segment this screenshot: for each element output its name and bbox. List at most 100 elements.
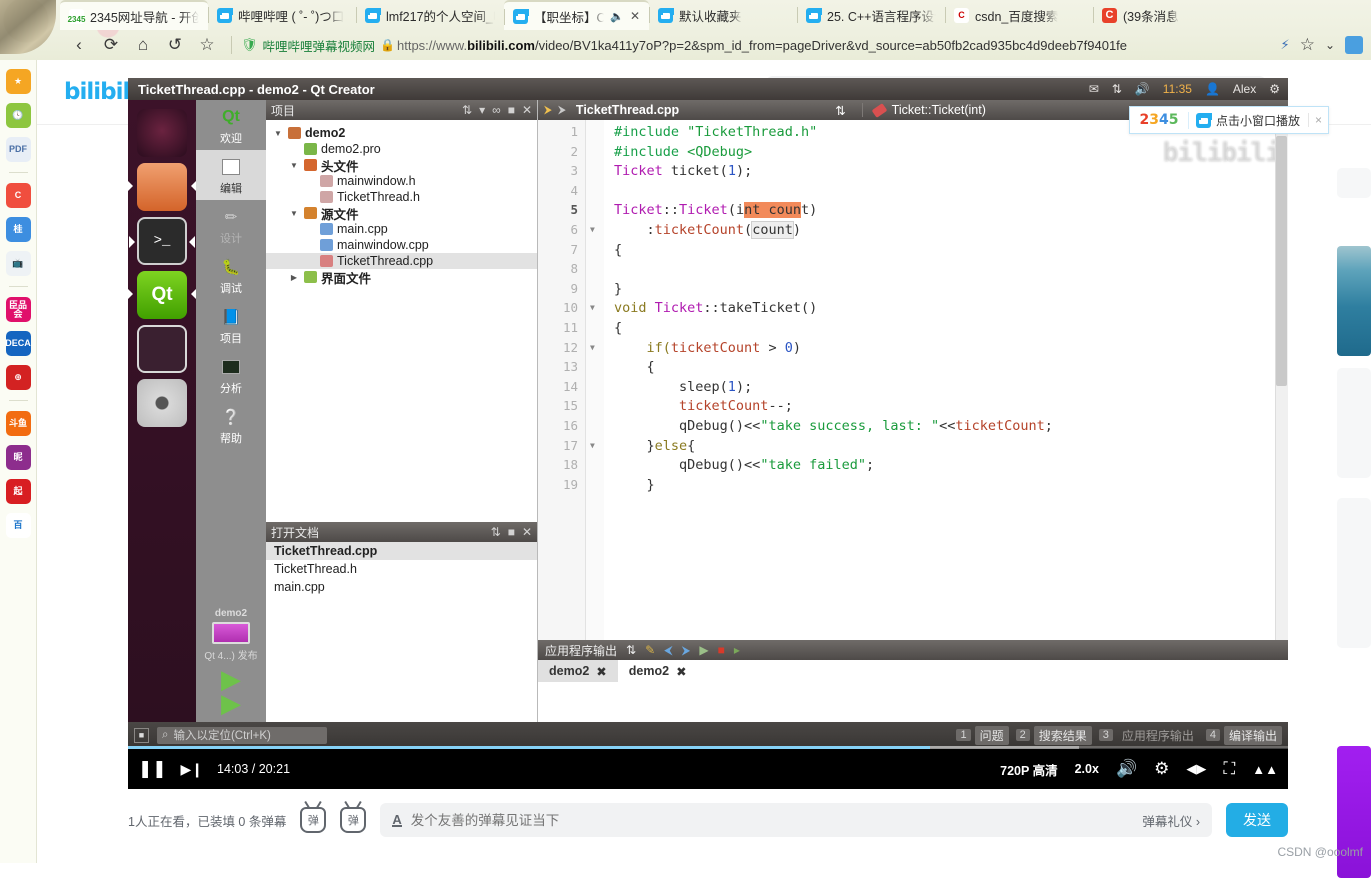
symbol-selector[interactable]: Ticket::Ticket(int) (861, 102, 986, 118)
fold-marker-icon[interactable]: ▼ (590, 441, 595, 450)
workspace-switcher-icon[interactable] (137, 325, 187, 373)
code-editor[interactable]: 1 2 3 4 5 6 7 8 9 10 11 12 13 14 15 16 17 18 19 bilibili ▼… (538, 120, 1288, 640)
debug-button[interactable]: ▶ (196, 690, 266, 716)
open-document-item[interactable]: TicketThread.cpp (266, 542, 537, 560)
browser-tab[interactable]: 哔哩哔哩 ( ˚- ˚)つ口 (208, 0, 356, 30)
open-document-item[interactable]: main.cpp (266, 578, 537, 596)
expand-arrow-icon[interactable]: ▼ (288, 209, 300, 218)
bilibili-rail-icon[interactable]: 📺 (5, 251, 31, 276)
fold-marker-icon[interactable]: ▼ (590, 343, 595, 352)
china-icon[interactable]: ⊕ (5, 365, 31, 390)
qt-mode-欢迎[interactable]: Qt 欢迎 (196, 100, 266, 150)
code-folding-bar[interactable] (586, 120, 604, 640)
mute-icon[interactable]: 🔈 (610, 10, 624, 23)
project-tree[interactable]: ▼ demo2 demo2.pro ▼ 头文件 mainwindow.h TicketThr… (266, 120, 537, 522)
qt-mode-项目[interactable]: 📘 项目 (196, 300, 266, 350)
browser-tab[interactable]: 2345 2345网址导航 - 开创.. (60, 0, 208, 30)
video-player[interactable]: TicketThread.cpp - demo2 - Qt Creator ✉ … (128, 78, 1288, 789)
douyu-icon[interactable]: 斗鱼 (5, 411, 31, 436)
reload-button[interactable]: ⟳ (96, 32, 126, 58)
network-icon[interactable]: ⇅ (1112, 82, 1122, 96)
back-button[interactable]: ‹ (64, 32, 94, 58)
fold-marker-icon[interactable]: ▼ (590, 225, 595, 234)
tree-item[interactable]: mainwindow.cpp (266, 237, 537, 253)
ubuntu-dash-icon[interactable] (137, 109, 187, 157)
lightning-icon[interactable]: ⚡ (1281, 32, 1290, 58)
output-pane-button[interactable]: 3 应用程序输出 (1098, 726, 1199, 745)
volume-icon[interactable]: 🔊 (1135, 82, 1150, 96)
sort-icon[interactable]: ⇅ (491, 525, 501, 539)
quality-selector[interactable]: 720P 高清 (1000, 760, 1057, 779)
site-identity[interactable]: 🛡 哔哩哔哩弹幕视频网 🔒 (241, 36, 395, 55)
sort-icon[interactable]: ⇅ (462, 103, 472, 117)
history-button[interactable]: ↺ (160, 32, 190, 58)
tree-item[interactable]: TicketThread.h (266, 189, 537, 205)
disc-icon[interactable] (137, 379, 187, 427)
c-app-icon[interactable]: C (5, 183, 31, 208)
expand-arrow-icon[interactable]: ▶ (288, 273, 300, 282)
decathlon-icon[interactable]: DECA (5, 331, 31, 356)
pdf-to-word-icon[interactable]: PDF (5, 137, 31, 162)
nav-forward-icon[interactable]: ⮞ (558, 104, 566, 117)
qt-mode-编辑[interactable]: 编辑 (196, 150, 266, 200)
scrollbar-thumb[interactable] (1276, 136, 1287, 386)
qt-mode-调试[interactable]: 🐛 调试 (196, 250, 266, 300)
popup-2345-action[interactable]: 点击小窗口播放 (1188, 111, 1308, 129)
danmaku-toggle-icon[interactable]: ▲▲ (1252, 762, 1278, 777)
expand-arrow-icon[interactable]: ▼ (272, 129, 284, 138)
tree-item[interactable]: TicketThread.cpp (266, 253, 537, 269)
tree-item[interactable]: main.cpp (266, 221, 537, 237)
gui-icon[interactable]: 桂 (5, 217, 31, 242)
next-icon[interactable]: ⮞ (682, 643, 691, 658)
files-icon[interactable] (128, 163, 197, 211)
tree-item[interactable]: ▼ demo2 (266, 125, 537, 141)
link-icon[interactable]: ∞ (492, 103, 501, 117)
filter-icon[interactable]: ▾ (479, 103, 485, 117)
danmaku-settings-button[interactable]: 弹 (340, 807, 367, 833)
speed-selector[interactable]: 2.0x (1075, 762, 1099, 776)
extension-icon[interactable] (1345, 36, 1363, 54)
star-icon[interactable]: ☆ (1300, 32, 1315, 58)
bookmark-button[interactable]: ☆ (192, 32, 222, 58)
recommend-thumbnail[interactable] (1337, 246, 1371, 356)
close-icon[interactable]: ✖ (676, 664, 686, 679)
chevron-down-icon[interactable]: ⌄ (1325, 32, 1335, 58)
output-pane-button[interactable]: 1 问题 (956, 725, 1009, 745)
history-icon[interactable]: 🕓 (5, 103, 31, 128)
sort-icon[interactable]: ⇅ (626, 643, 636, 657)
close-icon[interactable]: ✕ (522, 525, 532, 539)
stop-icon[interactable]: ■ (718, 643, 725, 657)
attach-icon[interactable]: ▸ (734, 643, 740, 657)
nav-back-icon[interactable]: ⮞ (544, 104, 552, 117)
qt-mode-分析[interactable]: 分析 (196, 350, 266, 400)
qt-mode-设计[interactable]: ✏ 设计 (196, 200, 266, 250)
tree-item[interactable]: ▶ 界面文件 (266, 269, 537, 286)
output-tab[interactable]: demo2 ✖ (538, 660, 618, 682)
danmaku-input-wrapper[interactable]: A 弹幕礼仪 › (380, 803, 1212, 837)
address-bar[interactable]: https://www.bilibili.com/video/BV1ka411y… (397, 38, 1127, 53)
editor-scrollbar[interactable] (1275, 120, 1288, 640)
juping-icon[interactable]: 臣品会 (5, 297, 31, 322)
output-pane-button[interactable]: 4 编译输出 (1205, 725, 1282, 745)
output-tabs[interactable]: demo2 ✖ demo2 ✖ (538, 660, 1288, 722)
output-tab[interactable]: demo2 ✖ (617, 660, 698, 682)
username-label[interactable]: Alex (1233, 82, 1256, 96)
browser-tab[interactable]: lmf217的个人空间_哔 (356, 0, 504, 30)
editor-filename[interactable]: TicketThread.cpp (576, 103, 679, 117)
browser-tab[interactable]: 默认收藏夹 (649, 0, 797, 30)
tree-item[interactable]: demo2.pro (266, 141, 537, 157)
tree-item[interactable]: mainwindow.h (266, 173, 537, 189)
prev-icon[interactable]: ⮜ (664, 643, 673, 658)
qt-mode-帮助[interactable]: ❔ 帮助 (196, 400, 266, 450)
qidian-icon[interactable]: 起 (5, 479, 31, 504)
fold-marker-icon[interactable]: ▼ (590, 303, 595, 312)
locator-input[interactable]: ⌕ 输入以定位(Ctrl+K) (157, 726, 327, 744)
browser-tab[interactable]: 【职坐标】C++学 🔈 ✕ (504, 0, 649, 30)
tree-item[interactable]: ▼ 源文件 (266, 205, 537, 222)
browser-tab[interactable]: C (39条消息 (1093, 0, 1213, 30)
split-icon[interactable]: ■ (508, 103, 515, 117)
fullscreen-icon[interactable]: ⛶ (1223, 759, 1235, 779)
baidu-tieba-icon[interactable]: 百 (5, 513, 31, 538)
danmaku-toggle-button[interactable]: 弹 (300, 807, 327, 833)
terminal-icon[interactable]: >_ (129, 217, 195, 265)
